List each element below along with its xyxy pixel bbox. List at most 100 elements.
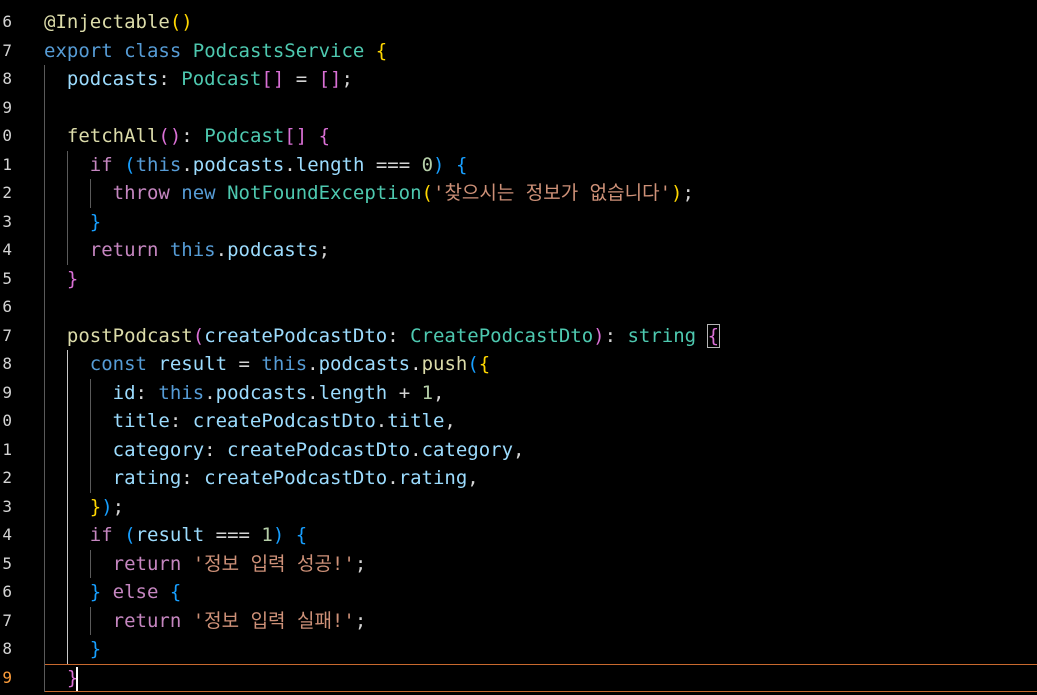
code-line[interactable]: } — [44, 265, 78, 294]
code-token: push — [421, 353, 468, 375]
code-token: if — [89, 524, 113, 546]
code-token: : — [181, 467, 205, 489]
indent-guide — [90, 606, 91, 635]
code-line[interactable]: title: createPodcastDto.title, — [44, 407, 456, 436]
code-token: ) — [671, 182, 683, 204]
code-token: } — [89, 210, 102, 233]
code-line[interactable]: return this.podcasts; — [44, 236, 330, 265]
code-line[interactable]: throw new NotFoundException('찾으시는 정보가 없습… — [44, 179, 694, 208]
code-token: podcasts — [318, 353, 411, 375]
code-line[interactable]: @Injectable() — [44, 8, 193, 37]
code-line[interactable]: id: this.podcasts.length + 1, — [44, 379, 445, 408]
code-token: ; — [318, 239, 331, 261]
code-editor[interactable]: 678901234567890123456789 @Injectable() ex… — [0, 0, 1037, 695]
code-token: podcasts — [66, 68, 159, 90]
code-token: Podcast — [181, 68, 262, 90]
code-line[interactable]: const result = this.podcasts.push({ — [44, 350, 490, 379]
code-token: createPodcastDto — [192, 410, 376, 432]
code-token: === — [364, 153, 422, 176]
code-token: . — [307, 353, 319, 375]
code-token: '정보 입력 실패!' — [192, 609, 355, 632]
code-line[interactable]: if (result === 1) { — [44, 521, 307, 550]
code-area[interactable]: @Injectable() export class PodcastsServic… — [0, 0, 1037, 695]
code-token: { — [295, 524, 308, 546]
code-token: [] — [261, 68, 285, 90]
code-token: } — [89, 638, 102, 660]
indent-guide — [67, 350, 68, 664]
code-token: = — [284, 68, 319, 90]
code-token: return — [89, 239, 159, 261]
code-token: ( — [124, 524, 136, 546]
indent-guide — [67, 150, 68, 265]
code-token: = — [227, 353, 262, 375]
code-token: { — [318, 125, 331, 147]
code-token: : — [169, 410, 193, 432]
code-token: . — [375, 410, 388, 432]
code-token: { — [169, 581, 182, 603]
code-token: : — [604, 324, 628, 347]
code-line[interactable]: podcasts: Podcast[] = []; — [44, 65, 353, 94]
code-token: result — [135, 524, 205, 546]
code-token: 1 — [421, 381, 434, 404]
indent-guide — [44, 65, 45, 692]
code-line[interactable]: return '정보 입력 실패!'; — [44, 607, 367, 636]
code-token: if — [89, 153, 113, 176]
code-token: podcasts — [192, 153, 285, 176]
code-token: ( — [192, 324, 205, 347]
code-token: () — [158, 125, 182, 147]
code-token: string — [627, 324, 697, 347]
code-token: . — [387, 467, 399, 489]
code-token: podcasts — [215, 381, 308, 404]
code-token: title — [387, 410, 445, 432]
code-token: + — [387, 381, 422, 404]
code-line[interactable]: } — [44, 664, 78, 693]
code-token: { — [375, 39, 388, 62]
code-token: throw — [112, 182, 170, 204]
code-token: fetchAll — [66, 125, 159, 147]
code-token: 1 — [261, 524, 273, 546]
code-token: postPodcast — [66, 324, 193, 347]
code-token: : — [158, 68, 182, 90]
code-line[interactable]: } else { — [44, 578, 182, 607]
code-token: PodcastsService — [192, 39, 365, 62]
code-line[interactable]: export class PodcastsService { — [44, 37, 387, 66]
code-line[interactable]: if (this.podcasts.length === 0) { — [44, 151, 468, 180]
code-token: ( — [467, 353, 479, 375]
indent-guide — [90, 179, 91, 208]
code-line[interactable]: return '정보 입력 성공!'; — [44, 550, 367, 579]
code-token: ) — [272, 524, 285, 546]
code-token: ; — [354, 552, 367, 575]
code-line[interactable]: } — [44, 208, 101, 237]
code-line[interactable]: rating: createPodcastDto.rating, — [44, 464, 479, 493]
code-token: , — [513, 438, 525, 461]
code-line[interactable]: fetchAll(): Podcast[] { — [44, 122, 330, 151]
code-token: ; — [682, 182, 694, 204]
code-line[interactable]: } — [44, 635, 101, 664]
code-token: ; — [354, 609, 367, 632]
code-line[interactable]: postPodcast(createPodcastDto: CreatePodc… — [44, 322, 721, 351]
code-token: this — [158, 381, 205, 404]
code-token: () — [169, 11, 193, 33]
code-token: } — [89, 495, 102, 518]
code-line[interactable]: category: createPodcastDto.category, — [44, 436, 525, 465]
code-line[interactable]: }); — [44, 493, 124, 522]
code-token: length — [318, 381, 388, 404]
code-token: ; — [112, 495, 125, 518]
code-token: new — [181, 182, 216, 204]
code-token: ) — [433, 153, 445, 176]
code-token: createPodcastDto — [227, 438, 411, 461]
code-token: } — [66, 267, 79, 290]
